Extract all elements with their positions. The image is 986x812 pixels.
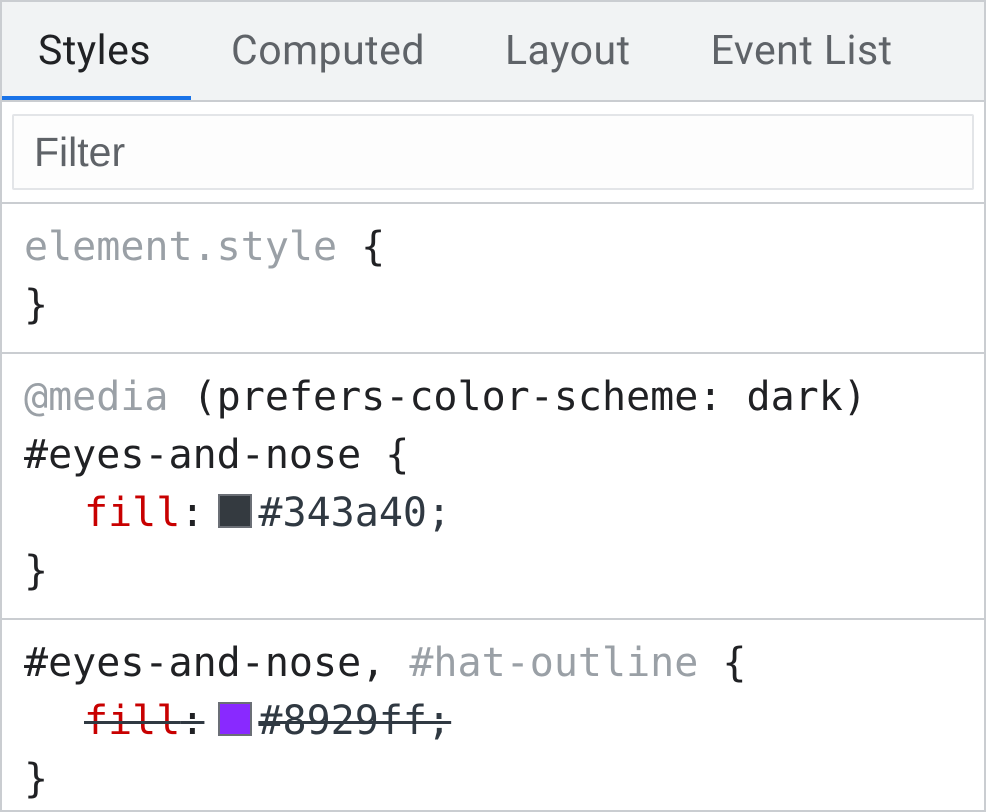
- media-keyword: @media: [24, 374, 169, 420]
- semicolon: ;: [427, 484, 451, 542]
- filter-bar: [2, 102, 984, 204]
- tab-event-listeners[interactable]: Event List: [671, 2, 933, 100]
- rule-selector[interactable]: #eyes-and-nose: [24, 640, 361, 686]
- tab-styles[interactable]: Styles: [2, 2, 191, 100]
- rule-selector-unmatched[interactable]: #hat-outline: [409, 640, 698, 686]
- css-property[interactable]: fill: [84, 692, 180, 750]
- media-condition-text: (prefers-color-scheme: dark): [193, 374, 867, 420]
- semicolon: ;: [427, 692, 451, 750]
- style-rule[interactable]: element.style { }: [2, 204, 984, 354]
- rule-selector[interactable]: element.style: [24, 224, 337, 270]
- tab-computed[interactable]: Computed: [191, 2, 465, 100]
- style-rule[interactable]: #eyes-and-nose, #hat-outline { fill: #89…: [2, 620, 984, 810]
- color-swatch-icon[interactable]: [218, 494, 252, 528]
- open-brace: {: [361, 224, 385, 270]
- css-value[interactable]: #8929ff: [258, 692, 427, 750]
- media-line: @media (prefers-color-scheme: dark): [24, 368, 962, 426]
- style-rule[interactable]: @media (prefers-color-scheme: dark) #eye…: [2, 354, 984, 620]
- colon: :: [180, 484, 204, 542]
- css-value[interactable]: #343a40: [258, 484, 427, 542]
- open-brace: {: [385, 432, 409, 478]
- color-swatch-icon[interactable]: [218, 702, 252, 736]
- css-declaration-overridden[interactable]: fill: #8929ff;: [24, 692, 962, 750]
- selector-separator: ,: [361, 640, 409, 686]
- open-brace: {: [722, 640, 746, 686]
- color-value[interactable]: #8929ff;: [218, 692, 451, 750]
- rule-selector-line: #eyes-and-nose {: [24, 426, 962, 484]
- close-brace: }: [24, 276, 962, 334]
- panel-tabs: Styles Computed Layout Event List: [2, 2, 984, 102]
- rule-selector-line: element.style {: [24, 218, 962, 276]
- filter-input[interactable]: [12, 114, 974, 190]
- styles-panel: Styles Computed Layout Event List elemen…: [0, 0, 986, 812]
- rule-selector[interactable]: #eyes-and-nose: [24, 432, 361, 478]
- close-brace: }: [24, 542, 962, 600]
- style-rules: element.style { } @media (prefers-color-…: [2, 204, 984, 810]
- css-property[interactable]: fill: [84, 484, 180, 542]
- colon: :: [180, 692, 204, 750]
- css-declaration[interactable]: fill: #343a40;: [24, 484, 962, 542]
- tab-layout[interactable]: Layout: [465, 2, 671, 100]
- close-brace: }: [24, 750, 962, 808]
- rule-selector-line: #eyes-and-nose, #hat-outline {: [24, 634, 962, 692]
- color-value[interactable]: #343a40;: [218, 484, 451, 542]
